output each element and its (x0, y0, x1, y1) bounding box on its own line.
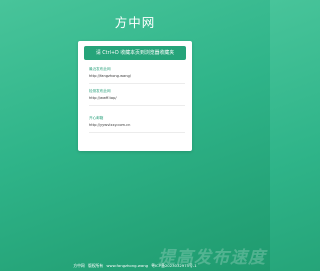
site-entry-label: 检测发布此网 (89, 89, 111, 93)
bookmark-card: 请 Ctrl+D 收藏本页到浏览器收藏夹 最近发布此网 http://fangz… (78, 41, 192, 151)
divider (89, 83, 185, 84)
bookmark-prompt-button[interactable]: 请 Ctrl+D 收藏本页到浏览器收藏夹 (84, 46, 186, 60)
footer-domain-link[interactable]: www.fangzhong.wang (106, 263, 148, 268)
site-entry-url[interactable]: http://yywvlxxy.com.cn (89, 123, 185, 128)
site-entry: 检测发布此网 http://wwff.top/ (89, 89, 185, 106)
footer-copyright: 版权所有 (87, 263, 104, 268)
page-title: 方中网 (114, 15, 156, 30)
footer: 方中网 版权所有 www.fangzhong.wang 粤ICP备2023032… (0, 263, 270, 268)
site-entry: 开心邮箱 http://yywvlxxy.com.cn (89, 116, 185, 133)
footer-brand: 方中网 (73, 263, 85, 268)
site-entry-url[interactable]: http://wwff.top/ (89, 96, 185, 101)
site-entry-url[interactable]: http://fangzhong.wang/ (89, 74, 185, 79)
divider (89, 105, 185, 106)
site-entry: 最近发布此网 http://fangzhong.wang/ (89, 67, 185, 84)
site-entry-label: 开心邮箱 (89, 116, 104, 120)
divider (89, 132, 185, 133)
footer-icp-link[interactable]: 粤ICP备2023032975号-1 (151, 263, 196, 268)
site-entry-label: 最近发布此网 (89, 67, 111, 71)
